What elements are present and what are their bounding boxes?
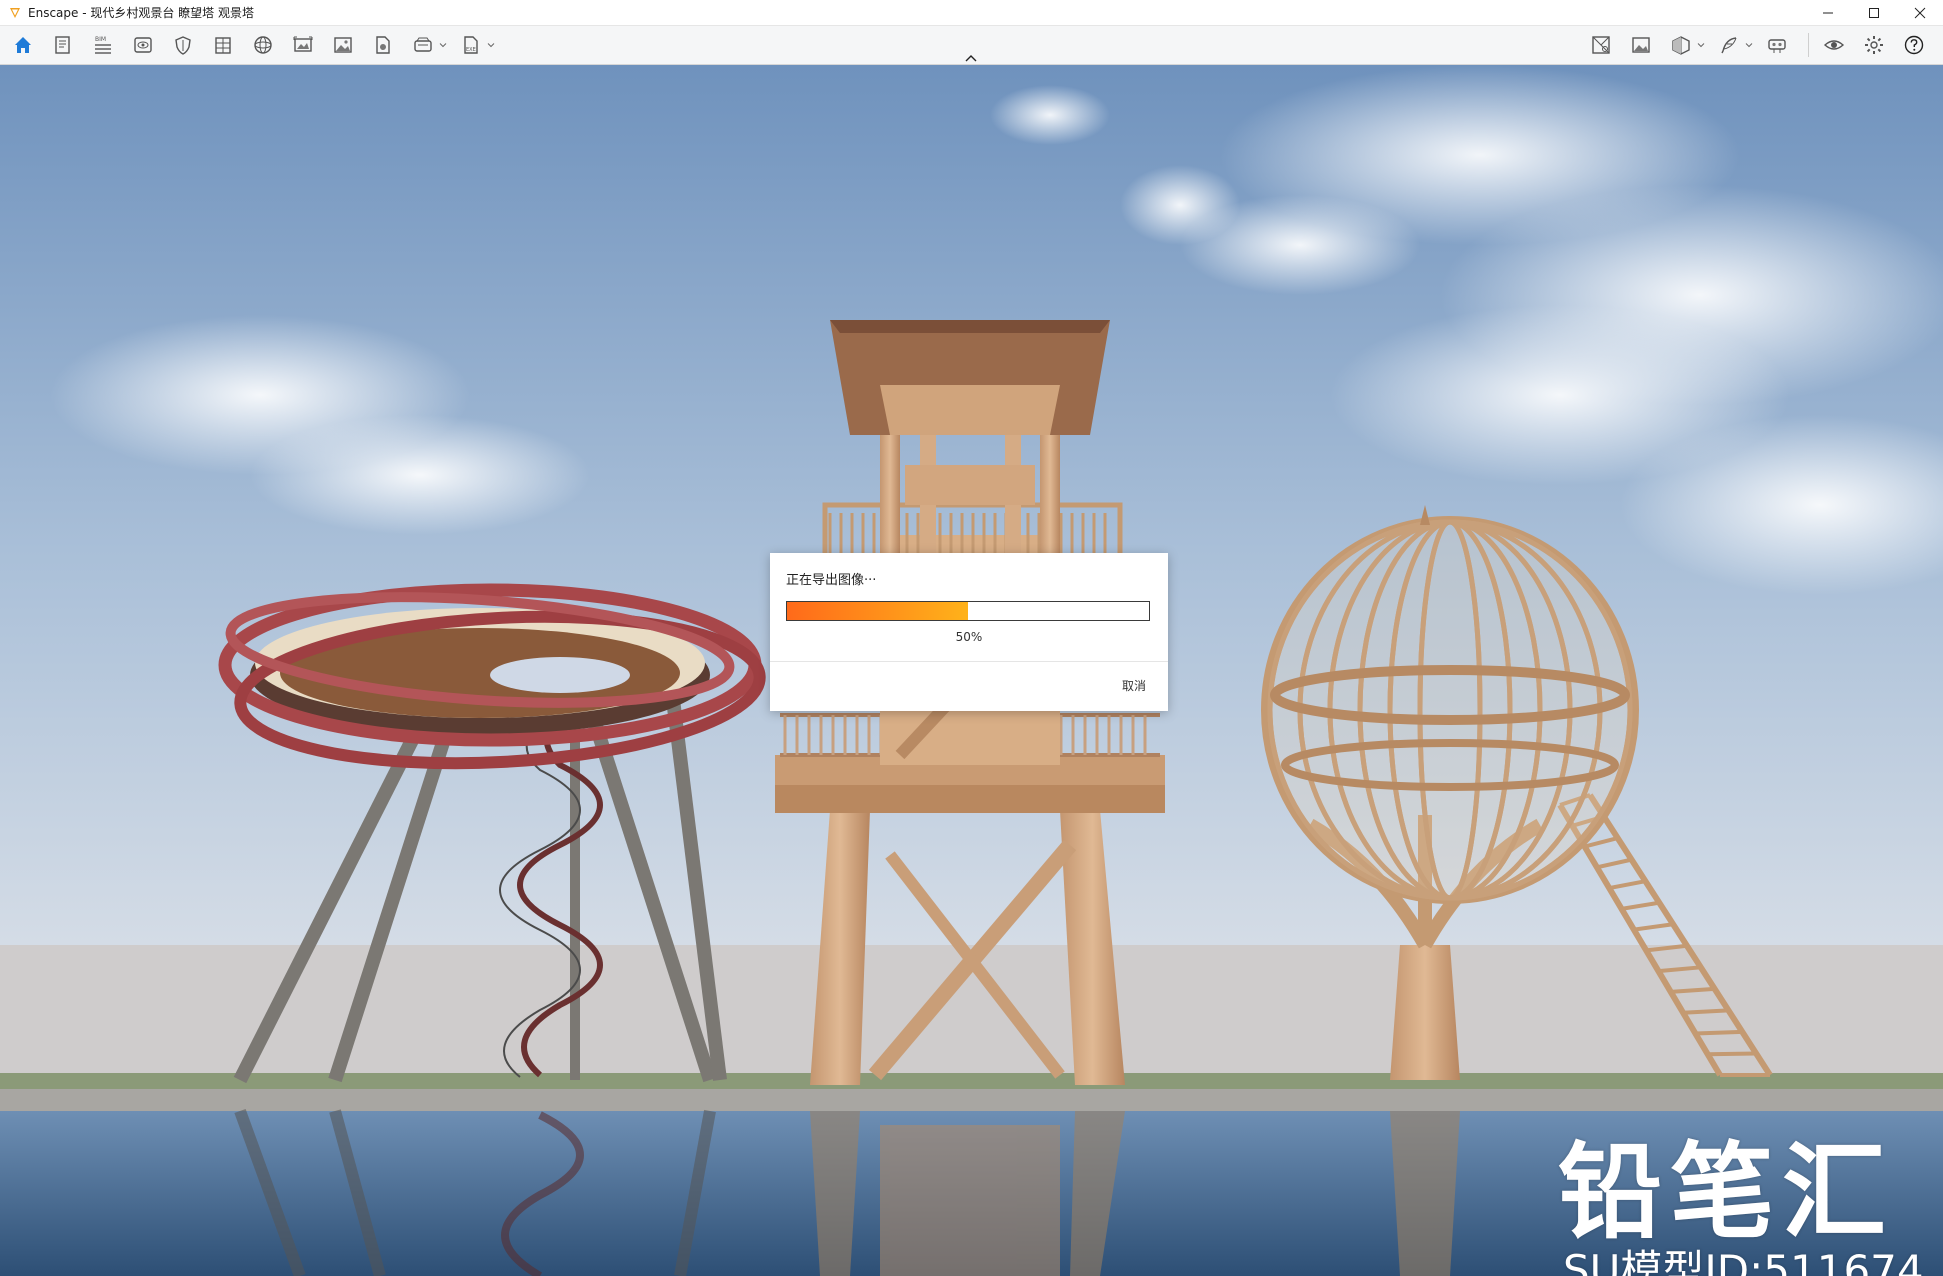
- exe-export-button[interactable]: EXE: [454, 30, 488, 60]
- title-bar: Enscape - 现代乡村观景台 瞭望塔 观景塔: [0, 0, 1943, 26]
- dialog-divider: [770, 661, 1168, 662]
- file-export-icon: [376, 36, 390, 54]
- enscape-logo-icon: [10, 7, 20, 18]
- vr-headset-button[interactable]: [406, 30, 440, 60]
- layers-button[interactable]: [206, 30, 240, 60]
- close-button[interactable]: [1897, 0, 1943, 25]
- cube-icon: [1672, 36, 1690, 55]
- window-controls: [1805, 0, 1943, 25]
- exe-label: EXE: [466, 47, 476, 53]
- atom-icon: [254, 36, 272, 54]
- eye-icon: [134, 37, 152, 53]
- watermark-model-id: SU模型ID:511674: [1563, 1246, 1924, 1276]
- exe-export-icon: EXE: [464, 36, 478, 54]
- feather-icon: [1721, 37, 1737, 54]
- chevron-down-icon: [487, 43, 495, 48]
- file-export-button[interactable]: [366, 30, 400, 60]
- close-icon: [1914, 7, 1926, 18]
- settings-button[interactable]: [1857, 30, 1891, 60]
- shield-button[interactable]: [166, 30, 200, 60]
- screenshot-button[interactable]: [286, 30, 320, 60]
- chevron-down-icon: [439, 43, 447, 48]
- document-button[interactable]: [46, 30, 80, 60]
- chevron-down-icon: [1745, 43, 1753, 48]
- export-progress-dialog: 正在导出图像··· 50% 取消: [770, 553, 1168, 711]
- image-button[interactable]: [326, 30, 360, 60]
- feather-button[interactable]: [1712, 30, 1746, 60]
- eye-visibility-icon: [1823, 40, 1845, 50]
- maximize-button[interactable]: [1851, 0, 1897, 25]
- cancel-button[interactable]: 取消: [1116, 673, 1152, 698]
- image-icon: [334, 37, 352, 53]
- vr-button[interactable]: [1760, 30, 1794, 60]
- asset-library-button[interactable]: [1584, 30, 1618, 60]
- visibility-button[interactable]: [1817, 30, 1851, 60]
- toolbar-right-group: [1584, 30, 1937, 60]
- vr-headset-icon: [414, 37, 432, 52]
- asset-library-icon: [1592, 36, 1610, 54]
- screenshot-icon: [293, 36, 313, 52]
- bim-label: BIM: [95, 36, 106, 43]
- gallery-button[interactable]: [1624, 30, 1658, 60]
- settings-icon: [1865, 36, 1883, 54]
- cube-button[interactable]: [1664, 30, 1698, 60]
- export-progress-bar: [786, 601, 1150, 621]
- help-icon: [1904, 35, 1924, 55]
- gallery-icon: [1632, 37, 1650, 53]
- shield-icon: [175, 36, 191, 55]
- toolbar-separator: [1808, 33, 1809, 57]
- minimize-button[interactable]: [1805, 0, 1851, 25]
- progress-percent: 50%: [955, 630, 983, 644]
- home-icon: [15, 37, 31, 53]
- view-button[interactable]: [126, 30, 160, 60]
- chevron-down-icon: [1697, 43, 1705, 48]
- minimize-icon: [1823, 12, 1833, 13]
- export-progress-fill: [787, 602, 968, 620]
- toolbar: BIM EXE: [0, 26, 1943, 65]
- vr-icon: [1768, 39, 1786, 53]
- toolbar-left-group: BIM EXE: [6, 30, 502, 60]
- atom-button[interactable]: [246, 30, 280, 60]
- help-button[interactable]: [1897, 30, 1931, 60]
- window-title: Enscape - 现代乡村观景台 瞭望塔 观景塔: [28, 6, 254, 20]
- bim-icon: BIM: [95, 36, 111, 54]
- dialog-title: 正在导出图像···: [786, 573, 877, 588]
- watermark-brand: 铅笔汇: [1558, 1131, 1895, 1253]
- home-button[interactable]: [6, 30, 40, 60]
- document-icon: [55, 36, 70, 54]
- maximize-icon: [1869, 7, 1879, 18]
- layers-icon: [215, 37, 231, 54]
- bim-button[interactable]: BIM: [86, 30, 120, 60]
